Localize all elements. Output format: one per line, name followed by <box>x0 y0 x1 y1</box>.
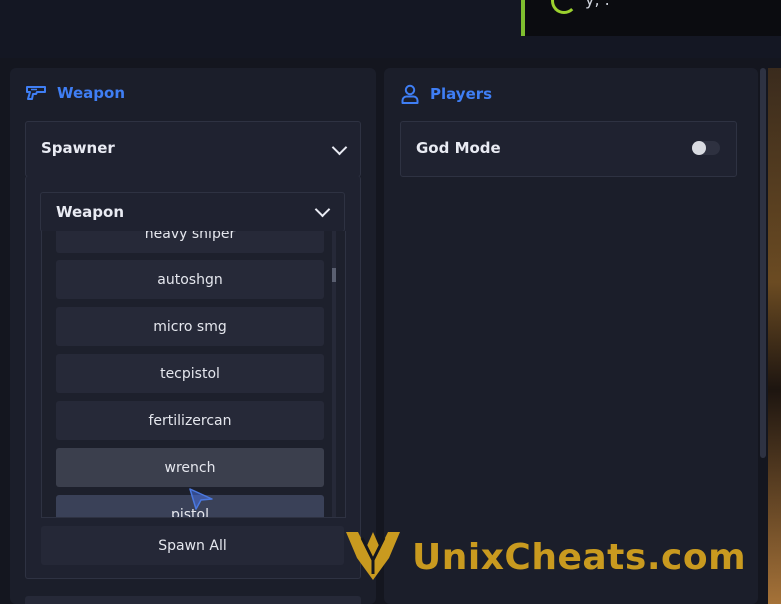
spawn-all-button[interactable]: Spawn All <box>41 526 344 565</box>
next-section-header[interactable] <box>25 596 361 604</box>
list-item[interactable]: autoshgn <box>56 260 324 299</box>
watermark-text: UnixCheats.com <box>412 536 747 578</box>
top-overlay-text: y, . <box>585 0 610 9</box>
list-item[interactable]: fertilizercan <box>56 401 324 440</box>
god-mode-row[interactable]: God Mode <box>400 121 737 177</box>
spawner-dropdown[interactable]: Spawner <box>25 121 361 177</box>
god-mode-label: God Mode <box>416 139 501 157</box>
players-section-header: Players <box>400 84 492 104</box>
call-icon <box>551 0 577 14</box>
weapon-section-header: Weapon <box>25 84 125 102</box>
weapon-section-title: Weapon <box>57 84 126 102</box>
list-item[interactable]: wrench <box>56 448 324 487</box>
unixcheats-logo <box>344 528 402 586</box>
weapon-dropdown[interactable]: Weapon <box>40 192 345 232</box>
list-item[interactable]: tecpistol <box>56 354 324 393</box>
gun-icon <box>25 84 47 102</box>
chevron-down-icon <box>331 139 348 156</box>
background-scene <box>768 68 781 604</box>
chevron-down-icon <box>314 201 331 218</box>
video-thumbnail: y, . <box>521 0 781 36</box>
god-mode-toggle[interactable] <box>692 141 720 155</box>
players-section-title: Players <box>430 85 493 103</box>
mouse-cursor-icon <box>188 487 214 515</box>
list-item[interactable]: heavy sniper <box>56 231 324 253</box>
weapon-dropdown-title: Weapon <box>56 203 125 221</box>
list-item[interactable]: micro smg <box>56 307 324 346</box>
list-scroll-thumb[interactable] <box>332 268 336 282</box>
spawner-title: Spawner <box>41 139 115 157</box>
toggle-knob <box>692 141 706 155</box>
panel-scrollbar[interactable] <box>760 68 766 458</box>
weapon-list[interactable]: heavy sniper autoshgn micro smg tecpisto… <box>41 231 346 518</box>
user-icon <box>400 84 420 104</box>
watermark: UnixCheats.com <box>344 528 746 586</box>
